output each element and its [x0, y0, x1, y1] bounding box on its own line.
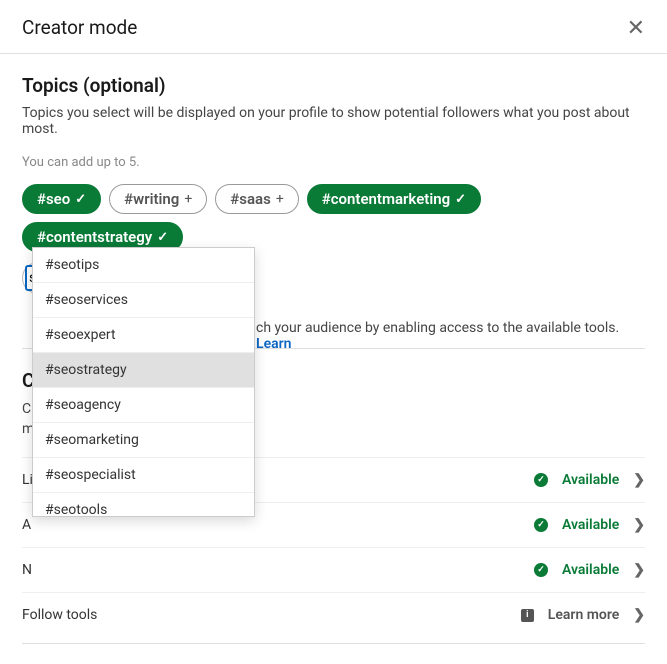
dropdown-item[interactable]: #seotips: [33, 248, 254, 283]
check-circle-icon: ✓: [534, 518, 548, 532]
dropdown-item[interactable]: #seostrategy: [33, 353, 254, 388]
chevron-right-icon: ❯: [633, 607, 645, 623]
tool-row[interactable]: N ✓ Available ❯: [22, 547, 645, 592]
chip-label: #saas: [230, 190, 271, 208]
close-button[interactable]: ✕: [627, 17, 645, 39]
tool-label: N: [22, 562, 32, 578]
tool-status: ✓ Available ❯: [534, 562, 645, 578]
chip-label: #writing: [124, 190, 179, 208]
topic-chip-contentmarketing[interactable]: #contentmarketing ✓: [307, 184, 481, 214]
topic-chip-saas[interactable]: #saas +: [215, 184, 298, 214]
check-circle-icon: ✓: [534, 563, 548, 577]
close-icon: ✕: [627, 15, 645, 40]
chip-label: #contentmarketing: [322, 190, 450, 208]
modal-title: Creator mode: [22, 16, 137, 39]
follow-status: i Learn more ❯: [521, 607, 645, 623]
tool-label: A: [22, 517, 31, 533]
dropdown-item[interactable]: #seomarketing: [33, 423, 254, 458]
chip-label: #contentstrategy: [37, 228, 152, 246]
dropdown-item[interactable]: #seospecialist: [33, 458, 254, 493]
topic-chips: #seo ✓ #writing + #saas + #contentmarket…: [22, 184, 645, 252]
info-icon: i: [521, 609, 534, 622]
check-icon: ✓: [157, 230, 168, 245]
topic-chip-writing[interactable]: #writing +: [109, 184, 207, 214]
dropdown-item[interactable]: #seotools: [33, 493, 254, 517]
learn-more-link[interactable]: Learn: [256, 336, 291, 352]
chevron-right-icon: ❯: [633, 472, 645, 488]
topic-chip-seo[interactable]: #seo ✓: [22, 184, 101, 214]
topics-title: Topics (optional): [22, 74, 645, 97]
divider: [22, 643, 645, 644]
check-icon: ✓: [455, 192, 466, 207]
modal-header: Creator mode ✕: [0, 0, 667, 54]
plus-icon: +: [184, 191, 192, 207]
chevron-right-icon: ❯: [633, 517, 645, 533]
check-icon: ✓: [75, 192, 86, 207]
tool-status: ✓ Available ❯: [534, 517, 645, 533]
topics-limit: You can add up to 5.: [22, 155, 645, 170]
tool-status: ✓ Available ❯: [534, 472, 645, 488]
topics-description: Topics you select will be displayed on y…: [22, 105, 645, 137]
tools-desc-visible: ch your audience by enabling access to t…: [256, 320, 646, 352]
dropdown-item[interactable]: #seoservices: [33, 283, 254, 318]
chevron-right-icon: ❯: [633, 562, 645, 578]
plus-icon: +: [276, 191, 284, 207]
dropdown-item[interactable]: #seoagency: [33, 388, 254, 423]
dropdown-item[interactable]: #seoexpert: [33, 318, 254, 353]
follow-label: Follow tools: [22, 607, 97, 623]
check-circle-icon: ✓: [534, 473, 548, 487]
follow-tools-row[interactable]: Follow tools i Learn more ❯: [22, 592, 645, 637]
chip-label: #seo: [37, 190, 70, 208]
topic-suggestions-dropdown[interactable]: #seotips #seoservices #seoexpert #seostr…: [32, 247, 255, 517]
